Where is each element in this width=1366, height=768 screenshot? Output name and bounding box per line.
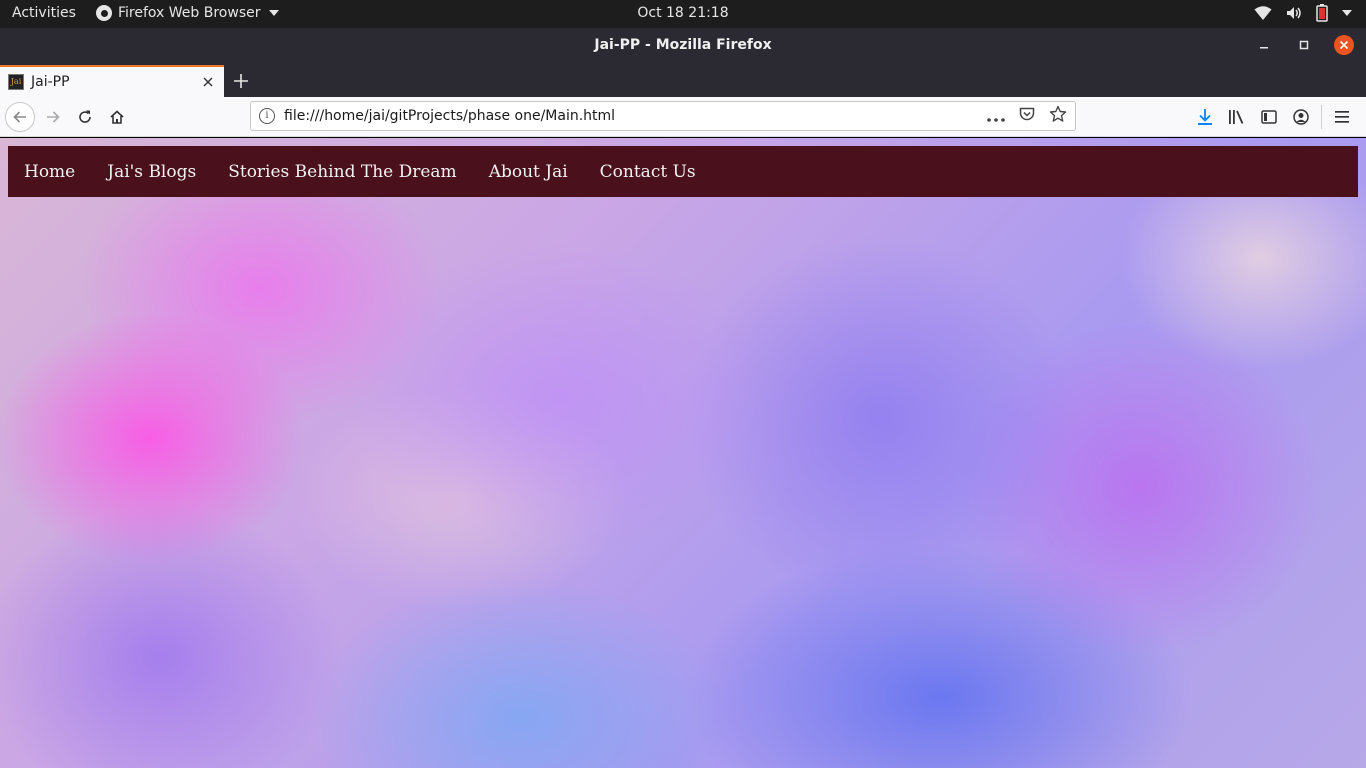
- close-icon[interactable]: [1334, 35, 1354, 55]
- forward-icon[interactable]: [39, 103, 67, 131]
- window-titlebar[interactable]: Jai-PP - Mozilla Firefox: [0, 28, 1366, 64]
- activities-button[interactable]: Activities: [12, 5, 76, 21]
- nav-link-about[interactable]: About Jai: [489, 162, 568, 182]
- system-menu-caret-icon: [1342, 9, 1352, 17]
- url-text[interactable]: file:///home/jai/gitProjects/phase one/M…: [284, 108, 987, 124]
- site-favicon-icon: Jai: [8, 74, 24, 90]
- navigation-toolbar: i file:///home/jai/gitProjects/phase one…: [0, 97, 1366, 137]
- toolbar-right: [1189, 103, 1358, 131]
- back-icon[interactable]: [5, 102, 35, 132]
- firefox-icon: [96, 5, 112, 21]
- sidebar-icon[interactable]: [1253, 103, 1285, 131]
- page-content: Home Jai's Blogs Stories Behind The Drea…: [0, 138, 1366, 768]
- toolbar-separator: [1321, 105, 1322, 129]
- caret-down-icon: [268, 10, 279, 16]
- clock[interactable]: Oct 18 21:18: [637, 5, 728, 21]
- hamburger-menu-icon[interactable]: [1326, 103, 1358, 131]
- bookmark-star-icon[interactable]: [1049, 105, 1067, 127]
- home-icon[interactable]: [103, 103, 131, 131]
- library-icon[interactable]: [1221, 103, 1253, 131]
- pocket-icon[interactable]: [1019, 106, 1035, 126]
- nav-link-stories[interactable]: Stories Behind The Dream: [228, 162, 456, 182]
- page-actions-icon[interactable]: [987, 107, 1005, 126]
- battery-icon: [1316, 4, 1328, 22]
- close-tab-icon[interactable]: [198, 72, 218, 92]
- nav-link-home[interactable]: Home: [24, 162, 75, 182]
- site-info-icon[interactable]: i: [259, 108, 275, 124]
- nav-link-contact[interactable]: Contact Us: [600, 162, 696, 182]
- maximize-icon[interactable]: [1294, 35, 1314, 55]
- account-icon[interactable]: [1285, 103, 1317, 131]
- tab-strip: Jai Jai-PP: [0, 64, 1366, 97]
- tab-title: Jai-PP: [31, 74, 70, 90]
- site-navigation-bar: Home Jai's Blogs Stories Behind The Drea…: [8, 146, 1358, 197]
- reload-icon[interactable]: [71, 103, 99, 131]
- downloads-icon[interactable]: [1189, 103, 1221, 131]
- tab-jai-pp[interactable]: Jai Jai-PP: [0, 65, 224, 97]
- url-bar[interactable]: i file:///home/jai/gitProjects/phase one…: [250, 101, 1076, 131]
- app-menu[interactable]: Firefox Web Browser: [96, 5, 279, 21]
- window-controls: [1254, 35, 1354, 55]
- system-tray[interactable]: [1254, 4, 1352, 22]
- volume-icon: [1286, 5, 1302, 21]
- app-menu-label: Firefox Web Browser: [118, 5, 261, 21]
- minimize-icon[interactable]: [1254, 35, 1274, 55]
- new-tab-icon[interactable]: [230, 70, 252, 92]
- window-title: Jai-PP - Mozilla Firefox: [594, 37, 772, 53]
- nav-link-blogs[interactable]: Jai's Blogs: [107, 162, 196, 182]
- wifi-icon: [1254, 5, 1272, 21]
- system-top-bar: Activities Firefox Web Browser Oct 18 21…: [0, 0, 1366, 28]
